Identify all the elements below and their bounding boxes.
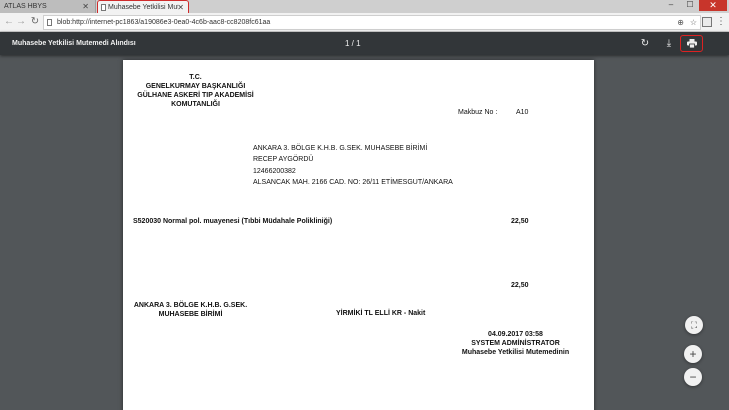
back-icon[interactable]: ←: [3, 16, 15, 28]
page-info-icon[interactable]: [47, 19, 52, 26]
page-indicator: 1 / 1: [345, 39, 361, 48]
line-item-amount: 22,50: [511, 218, 529, 225]
header-line-tc: T.C.: [189, 74, 202, 81]
minimize-icon[interactable]: –: [663, 0, 679, 11]
document-icon: [101, 4, 106, 11]
pdf-title: Muhasebe Yetkilisi Mutemedi Alındısı: [12, 40, 136, 47]
forward-icon[interactable]: →: [15, 16, 27, 28]
tab-receipt[interactable]: Muhasebe Yetkilisi Mutemedi Alındısı ✕: [97, 0, 189, 13]
zoom-icon[interactable]: ⊕: [677, 16, 684, 29]
total-amount: 22,50: [511, 282, 529, 289]
amount-in-words: YİRMİKİ TL ELLİ KR - Nakit: [336, 310, 426, 317]
tab-atlas-hbys[interactable]: ATLAS HBYS ✕: [0, 0, 96, 13]
header-line-gata: GÜLHANE ASKERİ TIP AKADEMİSİ: [137, 92, 254, 99]
line-item-description: S520030 Normal pol. muayenesi (Tıbbi Müd…: [133, 218, 333, 225]
signature-date: 04.09.2017 03:58: [488, 331, 543, 338]
header-line-komutanlik: KOMUTANLIĞI: [171, 101, 220, 108]
url-text: blob:http://internet-pc1863/a19086e3-0ea…: [57, 19, 271, 26]
download-icon[interactable]: ⤓: [662, 37, 676, 50]
recipient-name: RECEP AYGÖRDÜ: [253, 156, 314, 163]
header-line-genelkurmay: GENELKURMAY BAŞKANLIĞI: [145, 83, 246, 90]
zoom-in-icon[interactable]: +: [684, 345, 702, 363]
address-bar: ← → ↻ blob:http://internet-pc1863/a19086…: [0, 13, 729, 32]
close-icon[interactable]: ✕: [82, 0, 89, 13]
print-icon: [687, 39, 697, 48]
issuer-line-1: ANKARA 3. BÖLGE K.H.B. G.SEK.: [133, 302, 248, 309]
pdf-page: T.C. GENELKURMAY BAŞKANLIĞI GÜLHANE ASKE…: [123, 60, 594, 410]
signature-title: Muhasebe Yetkilisi Mutemedinin: [461, 349, 570, 356]
pdf-toolbar: Muhasebe Yetkilisi Mutemedi Alındısı 1 /…: [0, 32, 729, 55]
tab-strip: ATLAS HBYS ✕ Muhasebe Yetkilisi Mutemedi…: [0, 0, 729, 13]
bookmark-star-icon[interactable]: ☆: [690, 16, 697, 29]
window-close-icon[interactable]: ✕: [699, 0, 727, 11]
print-button[interactable]: [680, 35, 703, 52]
rotate-icon[interactable]: ↻: [638, 37, 652, 50]
url-input[interactable]: blob:http://internet-pc1863/a19086e3-0ea…: [43, 15, 701, 30]
tab-label: ATLAS HBYS: [4, 3, 47, 10]
recipient-id: 12466200382: [253, 168, 296, 175]
extension-icon[interactable]: [702, 17, 712, 27]
reload-icon[interactable]: ↻: [29, 16, 41, 28]
menu-icon[interactable]: ⋮: [716, 16, 726, 28]
signature-name: SYSTEM ADMİNİSTRATOR: [471, 340, 560, 347]
recipient-unit: ANKARA 3. BÖLGE K.H.B. G.SEK. MUHASEBE B…: [253, 145, 428, 152]
receipt-label: Makbuz No :: [458, 109, 498, 116]
zoom-out-icon[interactable]: −: [684, 368, 702, 386]
receipt-number: A10: [516, 109, 529, 116]
maximize-icon[interactable]: ☐: [681, 0, 699, 11]
recipient-address: ALSANCAK MAH. 2166 CAD. NO: 26/11 ETİMES…: [253, 179, 453, 186]
issuer-line-2: MUHASEBE BİRİMİ: [158, 311, 223, 318]
fit-to-page-icon[interactable]: ⛶: [685, 316, 703, 334]
